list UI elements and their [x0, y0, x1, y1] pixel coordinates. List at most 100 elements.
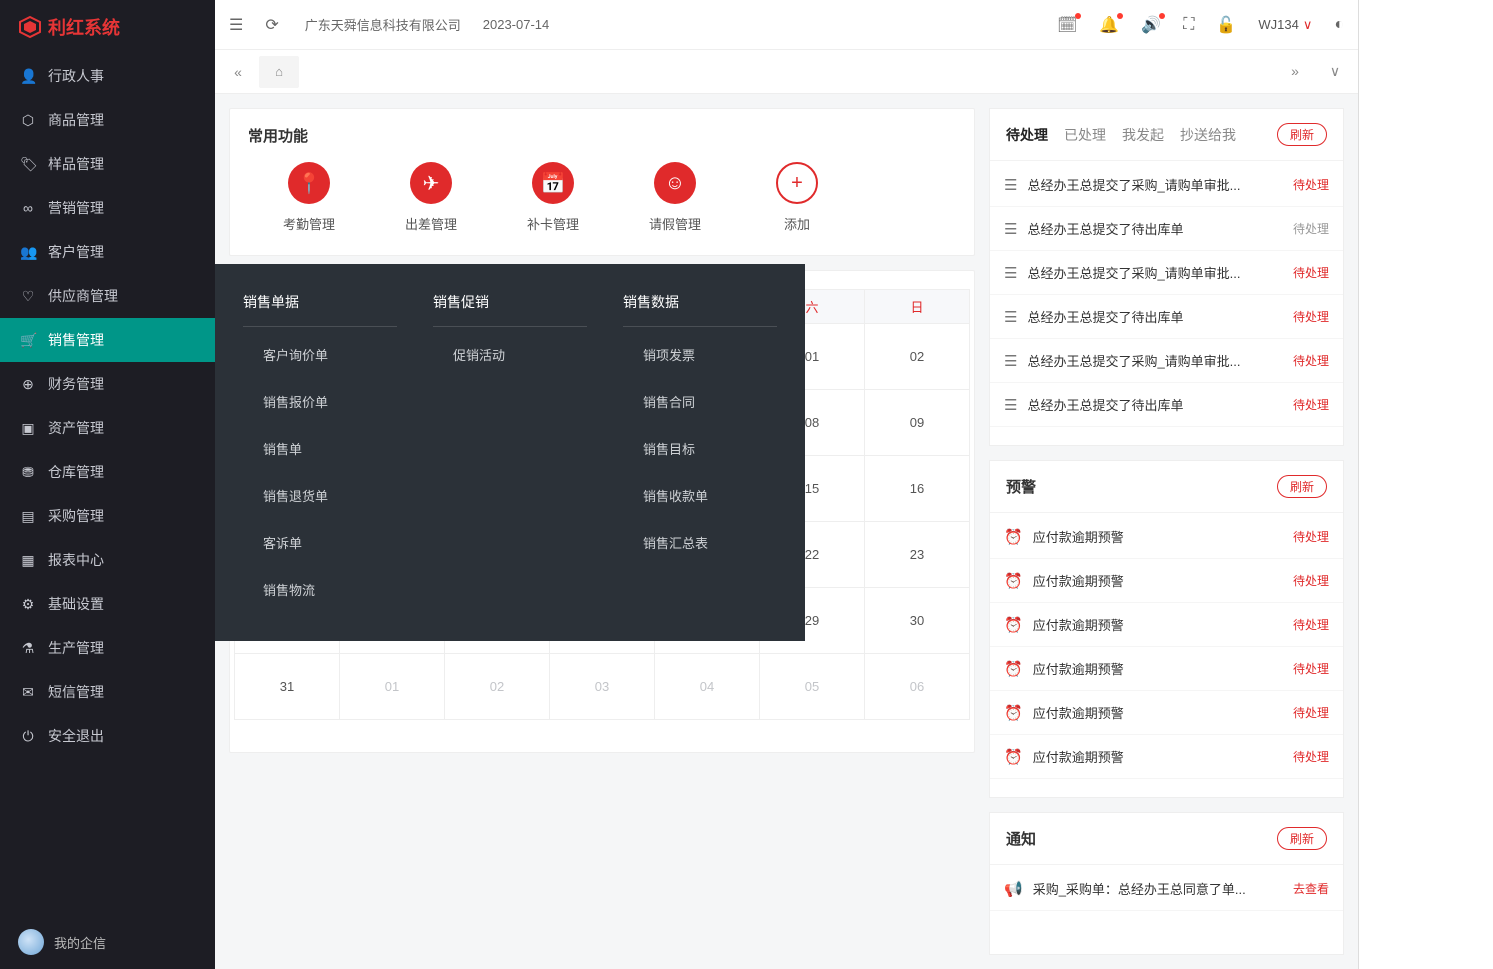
flyout-item[interactable]: 销项发票: [623, 331, 777, 378]
todo-item[interactable]: ☰总经办王总提交了采购_请购单审批...待处理: [990, 339, 1343, 383]
warn-text: 应付款逾期预警: [1033, 615, 1283, 634]
tabs-menu-icon[interactable]: ∨: [1320, 63, 1350, 80]
collapse-sidebar-icon[interactable]: ☰: [229, 15, 243, 35]
nav-item-3[interactable]: ∞营销管理: [0, 186, 215, 230]
sound-icon[interactable]: 🔊: [1141, 15, 1161, 35]
flyout-item[interactable]: 销售汇总表: [623, 519, 777, 566]
calendar-cell[interactable]: 16: [865, 456, 970, 522]
bell-icon[interactable]: 🔔: [1099, 15, 1119, 35]
todo-tab[interactable]: 抄送给我: [1180, 125, 1236, 145]
flyout-item[interactable]: 客户询价单: [243, 331, 397, 378]
calendar-cell[interactable]: 02: [445, 654, 550, 720]
todo-item[interactable]: ☰ 总经办王总提交了待出库单待处理: [990, 207, 1343, 251]
lock-icon[interactable]: 🔓: [1216, 15, 1236, 35]
calendar-cell[interactable]: 03: [550, 654, 655, 720]
quick-icon: +: [776, 162, 818, 204]
flyout-item[interactable]: 客诉单: [243, 519, 397, 566]
todo-status: 待处理: [1293, 220, 1329, 237]
warn-item[interactable]: ⏰应付款逾期预警待处理: [990, 603, 1343, 647]
flyout-item[interactable]: 销售目标: [623, 425, 777, 472]
alarm-icon: ⏰: [1004, 572, 1023, 590]
nav-item-6[interactable]: 🛒销售管理: [0, 318, 215, 362]
notify-item[interactable]: 📢采购_采购单：总经办王总同意了单...去查看: [990, 867, 1343, 911]
flyout-item[interactable]: 销售报价单: [243, 378, 397, 425]
quick-item[interactable]: 📍考勤管理: [248, 162, 370, 233]
flyout-item[interactable]: 促销活动: [433, 331, 587, 378]
notify-action[interactable]: 去查看: [1293, 880, 1329, 897]
calendar-cell[interactable]: 02: [865, 324, 970, 390]
todo-tab[interactable]: 我发起: [1122, 125, 1164, 145]
todo-item[interactable]: ☰总经办王总提交了待出库单待处理: [990, 383, 1343, 427]
warn-item[interactable]: ⏰应付款逾期预警待处理: [990, 515, 1343, 559]
nav-item-10[interactable]: ▤采购管理: [0, 494, 215, 538]
quick-item[interactable]: 📅补卡管理: [492, 162, 614, 233]
tabs-next-icon[interactable]: »: [1280, 63, 1310, 80]
user-menu[interactable]: WJ134∨: [1258, 17, 1312, 33]
nav-item-12[interactable]: ⚙基础设置: [0, 582, 215, 626]
nav-item-13[interactable]: ⚗生产管理: [0, 626, 215, 670]
nav-label: 仓库管理: [48, 462, 104, 482]
calendar-cell[interactable]: 23: [865, 522, 970, 588]
todo-tab[interactable]: 已处理: [1064, 125, 1106, 145]
warn-text: 应付款逾期预警: [1033, 659, 1283, 678]
nav-item-9[interactable]: ⛃仓库管理: [0, 450, 215, 494]
list-icon: ☰: [1004, 396, 1017, 414]
flyout-item[interactable]: 销售合同: [623, 378, 777, 425]
nav-label: 生产管理: [48, 638, 104, 658]
todo-text: 总经办王总提交了待出库单: [1027, 219, 1283, 238]
flyout-item[interactable]: 销售单: [243, 425, 397, 472]
warn-item[interactable]: ⏰应付款逾期预警待处理: [990, 735, 1343, 779]
todo-refresh-button[interactable]: 刷新: [1277, 123, 1327, 146]
flyout-item[interactable]: 销售退货单: [243, 472, 397, 519]
calendar-cell[interactable]: 05: [760, 654, 865, 720]
calendar-cell[interactable]: 06: [865, 654, 970, 720]
nav-item-4[interactable]: 👥客户管理: [0, 230, 215, 274]
nav-icon: ▣: [20, 420, 36, 437]
calendar-cell[interactable]: 04: [655, 654, 760, 720]
list-icon: ☰: [1004, 220, 1017, 238]
fullscreen-icon[interactable]: ⛶: [1183, 16, 1194, 34]
theme-icon[interactable]: ◐: [1334, 16, 1344, 34]
todo-item[interactable]: ☰总经办王总提交了采购_请购单审批...待处理: [990, 251, 1343, 295]
nav-item-0[interactable]: 👤行政人事: [0, 54, 215, 98]
nav-item-14[interactable]: ✉短信管理: [0, 670, 215, 714]
warning-refresh-button[interactable]: 刷新: [1277, 475, 1327, 498]
nav-item-1[interactable]: ⬡商品管理: [0, 98, 215, 142]
calendar-cell[interactable]: 09: [865, 390, 970, 456]
warn-item[interactable]: ⏰应付款逾期预警待处理: [990, 647, 1343, 691]
warn-text: 应付款逾期预警: [1033, 747, 1283, 766]
todo-item[interactable]: ☰总经办王总提交了采购_请购单审批...待处理: [990, 163, 1343, 207]
nav-item-7[interactable]: ⊕财务管理: [0, 362, 215, 406]
todo-item[interactable]: ☰总经办王总提交了待出库单待处理: [990, 295, 1343, 339]
nav-icon: 👥: [20, 244, 36, 261]
warn-text: 应付款逾期预警: [1033, 527, 1283, 546]
flyout-column: 销售促销促销活动: [415, 292, 605, 613]
nav-item-15[interactable]: ⏻安全退出: [0, 714, 215, 758]
home-tab[interactable]: ⌂: [259, 56, 299, 88]
nav-icon: ⬡: [20, 112, 36, 129]
sidebar-bottom[interactable]: 我的企信: [0, 915, 215, 969]
notify-refresh-button[interactable]: 刷新: [1277, 827, 1327, 850]
nav-item-11[interactable]: ▦报表中心: [0, 538, 215, 582]
flyout-item[interactable]: 销售物流: [243, 566, 397, 613]
quick-item[interactable]: ✈出差管理: [370, 162, 492, 233]
calendar-icon[interactable]: 🗓: [1057, 15, 1077, 35]
warn-item[interactable]: ⏰应付款逾期预警待处理: [990, 559, 1343, 603]
quick-item[interactable]: ☺请假管理: [614, 162, 736, 233]
nav-item-2[interactable]: 🏷样品管理: [0, 142, 215, 186]
quick-item[interactable]: +添加: [736, 162, 858, 233]
refresh-icon[interactable]: ⟳: [265, 15, 278, 35]
nav-icon: ∞: [20, 200, 36, 216]
calendar-cell[interactable]: 30: [865, 588, 970, 654]
nav-item-8[interactable]: ▣ 资产管理: [0, 406, 215, 450]
warn-item[interactable]: ⏰应付款逾期预警待处理: [990, 691, 1343, 735]
calendar-cell[interactable]: 31: [235, 654, 340, 720]
notify-text: 采购_采购单：总经办王总同意了单...: [1033, 879, 1283, 898]
nav-label: 资产管理: [48, 418, 104, 438]
nav-item-5[interactable]: ♡供应商管理: [0, 274, 215, 318]
calendar-cell[interactable]: 01: [340, 654, 445, 720]
flyout-item[interactable]: 销售收款单: [623, 472, 777, 519]
todo-tab[interactable]: 待处理: [1006, 125, 1048, 145]
nav-menu: 👤行政人事⬡商品管理🏷样品管理∞营销管理👥客户管理♡供应商管理🛒销售管理⊕财务管…: [0, 54, 215, 915]
tabs-prev-icon[interactable]: «: [223, 64, 253, 80]
